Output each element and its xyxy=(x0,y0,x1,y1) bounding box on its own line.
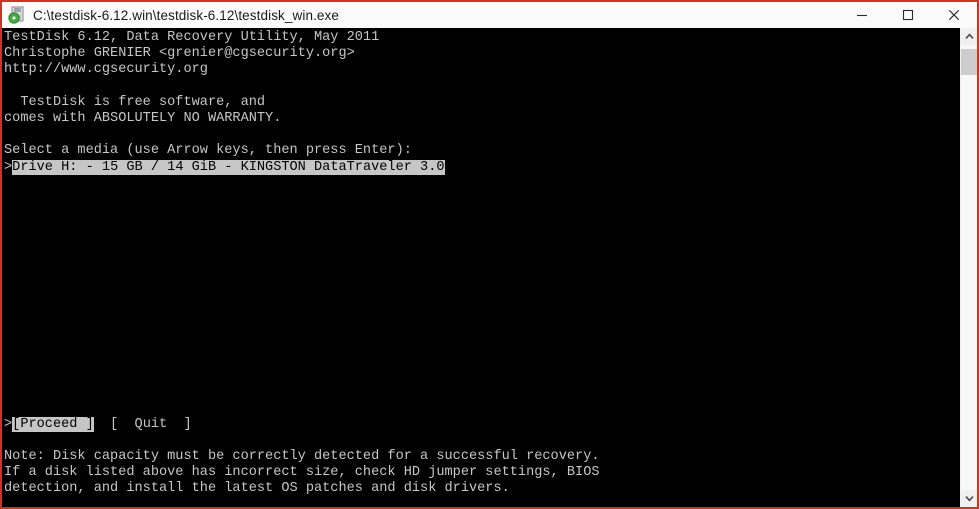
close-icon xyxy=(948,9,960,21)
scroll-down-button[interactable] xyxy=(961,490,977,507)
scroll-up-button[interactable] xyxy=(961,28,977,45)
testdisk-app-icon xyxy=(7,5,27,25)
media-prompt: Select a media (use Arrow keys, then pre… xyxy=(4,143,412,159)
header-line-2: Christophe GRENIER <grenier@cgsecurity.o… xyxy=(4,46,355,62)
note-line-3: detection, and install the latest OS pat… xyxy=(4,481,510,497)
maximize-icon xyxy=(902,9,914,21)
terminal-output[interactable]: TestDisk 6.12, Data Recovery Utility, Ma… xyxy=(2,28,960,507)
close-button[interactable] xyxy=(931,2,977,28)
application-window: C:\testdisk-6.12.win\testdisk-6.12\testd… xyxy=(0,0,979,509)
header-line-1: TestDisk 6.12, Data Recovery Utility, Ma… xyxy=(4,30,380,45)
vertical-scrollbar[interactable] xyxy=(960,28,977,507)
chevron-up-icon xyxy=(965,33,974,39)
button-cursor: > xyxy=(4,416,13,432)
media-list-item[interactable]: >Drive H: - 15 GB / 14 GiB - KINGSTON Da… xyxy=(4,159,960,176)
title-bar[interactable]: C:\testdisk-6.12.win\testdisk-6.12\testd… xyxy=(2,2,977,28)
license-line-2: comes with ABSOLUTELY NO WARRANTY. xyxy=(4,110,282,126)
console-gap xyxy=(4,176,5,417)
button-row[interactable]: >[Proceed ] [ Quit ] xyxy=(4,416,960,433)
scrollbar-track[interactable] xyxy=(961,45,977,490)
minimize-button[interactable] xyxy=(839,2,885,28)
proceed-button[interactable]: [Proceed ] xyxy=(12,416,94,432)
window-title: C:\testdisk-6.12.win\testdisk-6.12\testd… xyxy=(33,7,339,23)
header-line-3: http://www.cgsecurity.org xyxy=(4,62,208,78)
chevron-down-icon xyxy=(965,496,974,502)
media-label: Drive H: - 15 GB / 14 GiB - KINGSTON Dat… xyxy=(12,159,445,175)
quit-button[interactable]: [ Quit ] xyxy=(110,417,192,432)
button-spacer xyxy=(94,417,110,432)
license-line-1: TestDisk is free software, and xyxy=(4,94,266,110)
scrollbar-thumb[interactable] xyxy=(961,49,977,75)
note-line-2: If a disk listed above has incorrect siz… xyxy=(4,465,600,481)
media-cursor: > xyxy=(4,159,13,175)
note-line-1: Note: Disk capacity must be correctly de… xyxy=(4,449,600,465)
maximize-button[interactable] xyxy=(885,2,931,28)
minimize-icon xyxy=(857,14,867,17)
